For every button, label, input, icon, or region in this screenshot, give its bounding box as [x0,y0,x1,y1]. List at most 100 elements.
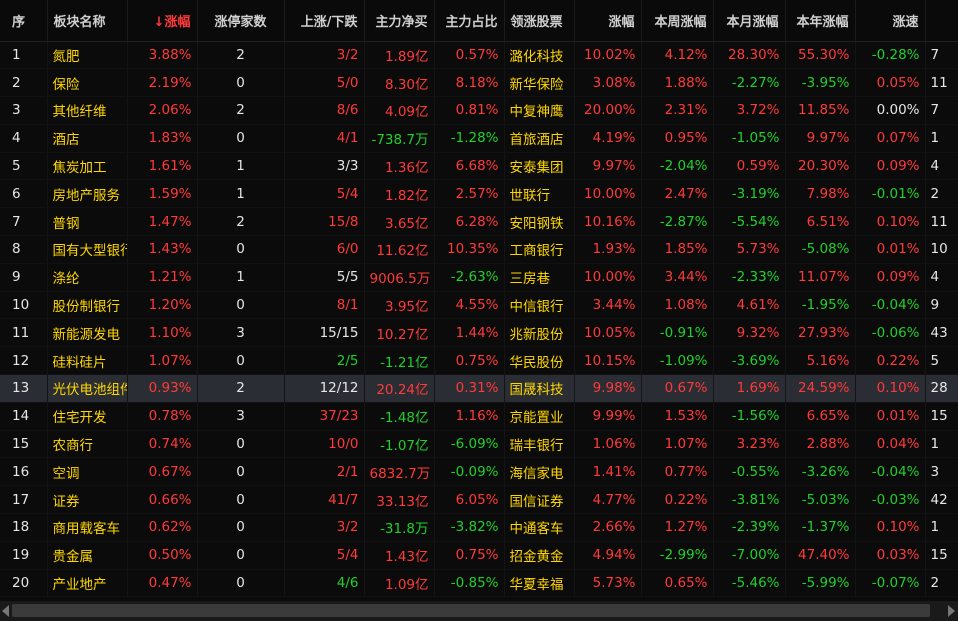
row-leading-stock: 世联行 [504,179,575,209]
row-change: 0.67% [127,457,198,487]
horizontal-scrollbar[interactable] [0,601,958,621]
table-row[interactable]: 7 普钢 1.47% 2 15/8 3.65亿 6.28% 安阳钢铁 10.16% -2.87% -… [0,207,958,237]
col-leading-change[interactable]: 涨幅 [574,0,642,42]
row-main-net-buy: 6832.7万 [364,457,435,487]
row-month-change: -1.05% [713,124,786,153]
row-main-net-buy: -738.7万 [364,124,435,153]
col-main-ratio[interactable]: 主力占比 [434,0,505,42]
table-row[interactable]: 8 国有大型银行 1.43% 0 6/0 11.62亿 10.35% 工商银行 1.93% 1.8… [0,235,958,264]
row-main-net-buy: 1.09亿 [364,569,435,598]
table-row[interactable]: 15 农商行 0.74% 0 10/0 -1.07亿 -6.09% 瑞丰银行 1.06% 1.07… [0,430,958,459]
table-row[interactable]: 16 空调 0.67% 0 2/1 6832.7万 -0.09% 海信家电 1.41% 0.77%… [0,457,958,487]
table-row[interactable]: 12 硅料硅片 1.07% 0 2/5 -1.21亿 0.75% 华民股份 10.15% -1.0… [0,346,958,376]
row-seq: 16 [0,457,48,487]
row-main-ratio: 4.55% [434,291,505,320]
row-month-change: -3.69% [713,346,786,376]
col-limit-up-count[interactable]: 涨停家数 [197,0,285,42]
row-limit-up-count: 0 [197,457,285,487]
scroll-left-icon[interactable] [2,605,9,617]
row-leading-stock: 中通客车 [504,513,575,542]
row-seq: 9 [0,263,48,292]
col-leading-stock[interactable]: 领涨股票 [504,0,575,42]
col-month-change[interactable]: 本月涨幅 [713,0,786,42]
row-sector-name: 产业地产 [47,569,128,598]
row-speed: 0.00% [855,96,926,125]
col-change[interactable]: ↓涨幅 [127,0,198,42]
row-up-down: 15/15 [284,318,365,348]
row-week-change: -0.91% [641,318,714,348]
row-leading-change: 1.06% [574,430,642,459]
table-row[interactable]: 5 焦炭加工 1.61% 1 3/3 1.36亿 6.68% 安泰集团 9.97% -2.04% 0… [0,152,958,181]
row-week-change: 2.31% [641,96,714,125]
row-seq: 18 [0,513,48,542]
table-row[interactable]: 11 新能源发电 1.10% 3 15/15 10.27亿 1.44% 兆新股份 10.05% -… [0,318,958,348]
row-main-net-buy: 3.65亿 [364,207,435,237]
table-row[interactable]: 14 住宅开发 0.78% 3 37/23 -1.48亿 1.16% 京能置业 9.99% 1.5… [0,402,958,431]
sort-desc-icon: ↓ [153,14,165,30]
table-row[interactable]: 1 氮肥 3.88% 2 3/2 1.89亿 0.57% 潞化科技 10.02% 4.12% 28.… [0,41,958,70]
row-month-change: -5.54% [713,207,786,237]
row-speed: 0.10% [855,207,926,237]
scroll-right-icon[interactable] [948,605,955,617]
row-main-ratio: 0.31% [434,374,505,403]
row-sector-name: 商用载客车 [47,513,128,542]
table-row[interactable]: 18 商用载客车 0.62% 0 3/2 -31.8万 -3.82% 中通客车 2.66% 1.2… [0,513,958,542]
row-year-change: 9.97% [785,124,856,153]
row-extra: 11 [925,68,958,98]
row-leading-stock: 兆新股份 [504,318,575,348]
row-year-change: 27.93% [785,318,856,348]
row-leading-change: 3.08% [574,68,642,98]
row-leading-change: 1.41% [574,457,642,487]
row-limit-up-count: 2 [197,207,285,237]
row-main-net-buy: 1.36亿 [364,152,435,181]
row-extra: 15 [925,402,958,431]
row-leading-change: 2.66% [574,513,642,542]
row-seq: 17 [0,485,48,515]
table-row[interactable]: 3 其他纤维 2.06% 2 8/6 4.09亿 0.81% 中复神鹰 20.00% 2.31% 3… [0,96,958,125]
row-change: 0.50% [127,541,198,570]
row-leading-stock: 瑞丰银行 [504,430,575,459]
table-row[interactable]: 19 贵金属 0.50% 0 5/4 1.43亿 0.75% 招金黄金 4.94% -2.99% -… [0,541,958,570]
table-row[interactable]: 2 保险 2.19% 0 5/0 8.30亿 8.18% 新华保险 3.08% 1.88% -2.2… [0,68,958,98]
table-row[interactable]: 10 股份制银行 1.20% 0 8/1 3.95亿 4.55% 中信银行 3.44% 1.08%… [0,291,958,320]
row-up-down: 12/12 [284,374,365,403]
row-week-change: 1.07% [641,430,714,459]
row-month-change: 9.32% [713,318,786,348]
row-leading-stock: 安阳钢铁 [504,207,575,237]
row-month-change: -1.56% [713,402,786,431]
table-row[interactable]: 9 涤纶 1.21% 1 5/5 9006.5万 -2.63% 三房巷 10.00% 3.44% -… [0,263,958,292]
row-main-ratio: -0.09% [434,457,505,487]
row-speed: -0.06% [855,318,926,348]
row-change: 1.21% [127,263,198,292]
table-row[interactable]: 17 证券 0.66% 0 41/7 33.13亿 6.05% 国信证券 4.77% 0.22% -… [0,485,958,515]
table-row[interactable]: 13 光伏电池组件 0.93% 2 12/12 20.24亿 0.31% 国晟科技 9.98% 0… [0,374,958,403]
row-month-change: -7.00% [713,541,786,570]
row-change: 3.88% [127,41,198,70]
row-sector-name: 住宅开发 [47,402,128,431]
col-speed[interactable]: 涨速 [855,0,926,42]
table-row[interactable]: 6 房地产服务 1.59% 1 5/4 1.82亿 2.57% 世联行 10.00% 2.47% -… [0,179,958,209]
col-extra[interactable] [925,0,958,42]
scrollbar-thumb[interactable] [12,604,930,617]
row-seq: 20 [0,569,48,598]
row-limit-up-count: 3 [197,402,285,431]
row-change: 2.19% [127,68,198,98]
row-leading-change: 10.02% [574,41,642,70]
row-up-down: 3/2 [284,513,365,542]
col-sector-name[interactable]: 板块名称 [47,0,128,42]
row-sector-name: 氮肥 [47,41,128,70]
table-row[interactable]: 20 产业地产 0.47% 0 4/6 1.09亿 -0.85% 华夏幸福 5.73% 0.65%… [0,569,958,598]
row-speed: 0.09% [855,152,926,181]
col-week-change[interactable]: 本周涨幅 [641,0,714,42]
row-sector-name: 光伏电池组件 [47,374,128,403]
col-seq[interactable]: 序 [0,0,48,42]
col-main-net-buy[interactable]: 主力净买 [364,0,435,42]
row-sector-name: 农商行 [47,430,128,459]
table-row[interactable]: 4 酒店 1.83% 0 4/1 -738.7万 -1.28% 首旅酒店 4.19% 0.95% -… [0,124,958,153]
col-up-down[interactable]: 上涨/下跌 [284,0,365,42]
row-main-net-buy: 33.13亿 [364,485,435,515]
row-speed: 0.04% [855,430,926,459]
row-change: 1.10% [127,318,198,348]
col-year-change[interactable]: 本年涨幅 [785,0,856,42]
row-leading-change: 20.00% [574,96,642,125]
